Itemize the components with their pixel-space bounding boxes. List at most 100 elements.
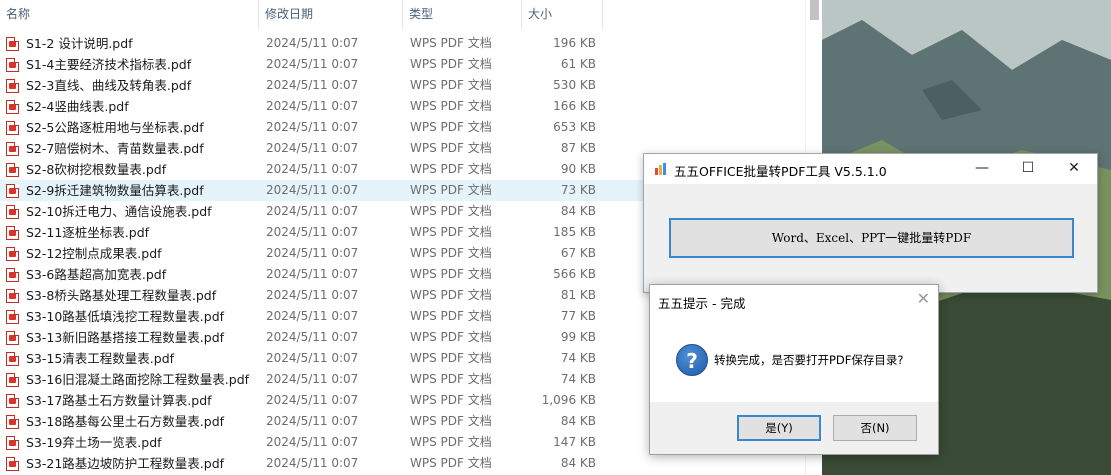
file-row[interactable]: S1-4主要经济技术指标表.pdf 2024/5/11 0:07 WPS PDF 文… xyxy=(0,54,805,75)
file-type: WPS PDF 文档 xyxy=(410,414,492,428)
file-type: WPS PDF 文档 xyxy=(410,36,492,50)
file-date: 2024/5/11 0:07 xyxy=(266,309,359,323)
file-size: 166 KB xyxy=(553,99,596,113)
pdf-file-icon xyxy=(6,163,19,177)
file-type: WPS PDF 文档 xyxy=(410,204,492,218)
close-button[interactable]: ✕ xyxy=(1051,154,1097,182)
file-size: 566 KB xyxy=(553,267,596,281)
pdf-file-icon xyxy=(6,310,19,324)
file-name: S3-15清表工程数量表.pdf xyxy=(26,351,175,366)
pdf-file-icon xyxy=(6,205,19,219)
file-name: S3-21路基边坡防护工程数量表.pdf xyxy=(26,456,225,471)
file-name: S3-18路基每公里土石方数量表.pdf xyxy=(26,414,225,429)
file-name: S2-12控制点成果表.pdf xyxy=(26,246,162,261)
file-type: WPS PDF 文档 xyxy=(410,162,492,176)
pdf-file-icon xyxy=(6,289,19,303)
file-type: WPS PDF 文档 xyxy=(410,57,492,71)
file-size: 67 KB xyxy=(560,246,596,260)
column-header: 名称 ^ 修改日期 类型 大小 xyxy=(0,0,822,30)
file-size: 84 KB xyxy=(560,204,596,218)
pdf-file-icon xyxy=(6,268,19,282)
completion-dialog: 五五提示 - 完成 ✕ ? 转换完成，是否要打开PDF保存目录? 是(Y) 否(… xyxy=(649,284,939,455)
file-name: S2-8砍树挖根数量表.pdf xyxy=(26,162,167,177)
file-type: WPS PDF 文档 xyxy=(410,120,492,134)
minimize-button[interactable]: — xyxy=(959,154,1005,182)
file-size: 653 KB xyxy=(553,120,596,134)
pdf-file-icon xyxy=(6,247,19,261)
file-name: S1-2 设计说明.pdf xyxy=(26,36,133,51)
file-row[interactable]: S2-3直线、曲线及转角表.pdf 2024/5/11 0:07 WPS PDF 文… xyxy=(0,75,805,96)
file-date: 2024/5/11 0:07 xyxy=(266,141,359,155)
yes-button[interactable]: 是(Y) xyxy=(737,415,821,441)
file-size: 61 KB xyxy=(560,57,596,71)
file-date: 2024/5/11 0:07 xyxy=(266,183,359,197)
file-name: S3-13新旧路基搭接工程数量表.pdf xyxy=(26,330,225,345)
question-icon: ? xyxy=(676,344,708,376)
converter-title: 五五OFFICE批量转PDF工具 V5.5.1.0 xyxy=(674,164,887,179)
column-date[interactable]: 修改日期 xyxy=(259,0,403,30)
file-type: WPS PDF 文档 xyxy=(410,78,492,92)
file-name: S3-16旧混凝土路面挖除工程数量表.pdf xyxy=(26,372,250,387)
file-size: 74 KB xyxy=(560,351,596,365)
file-type: WPS PDF 文档 xyxy=(410,456,492,470)
file-date: 2024/5/11 0:07 xyxy=(266,372,359,386)
file-type: WPS PDF 文档 xyxy=(410,309,492,323)
file-date: 2024/5/11 0:07 xyxy=(266,267,359,281)
file-date: 2024/5/11 0:07 xyxy=(266,351,359,365)
file-name: S2-10拆迁电力、通信设施表.pdf xyxy=(26,204,212,219)
pdf-file-icon xyxy=(6,121,19,135)
file-type: WPS PDF 文档 xyxy=(410,393,492,407)
column-type[interactable]: 类型 xyxy=(403,0,522,30)
file-name: S2-4竖曲线表.pdf xyxy=(26,99,129,114)
file-type: WPS PDF 文档 xyxy=(410,246,492,260)
file-row[interactable]: S2-5公路逐桩用地与坐标表.pdf 2024/5/11 0:07 WPS PDF … xyxy=(0,117,805,138)
column-size[interactable]: 大小 xyxy=(522,0,603,30)
maximize-button[interactable]: ☐ xyxy=(1005,154,1051,182)
pdf-file-icon xyxy=(6,331,19,345)
file-size: 84 KB xyxy=(560,456,596,470)
file-date: 2024/5/11 0:07 xyxy=(266,246,359,260)
converter-window: 五五OFFICE批量转PDF工具 V5.5.1.0 — ☐ ✕ Word、Exc… xyxy=(643,153,1098,293)
file-name: S2-7赔偿树木、青苗数量表.pdf xyxy=(26,141,204,156)
file-date: 2024/5/11 0:07 xyxy=(266,435,359,449)
file-size: 196 KB xyxy=(553,36,596,50)
no-button[interactable]: 否(N) xyxy=(833,415,917,441)
file-type: WPS PDF 文档 xyxy=(410,351,492,365)
batch-convert-button[interactable]: Word、Excel、PPT一键批量转PDF xyxy=(669,218,1074,258)
file-row[interactable]: S2-4竖曲线表.pdf 2024/5/11 0:07 WPS PDF 文档 166 … xyxy=(0,96,805,117)
file-size: 74 KB xyxy=(560,372,596,386)
file-type: WPS PDF 文档 xyxy=(410,99,492,113)
file-size: 530 KB xyxy=(553,78,596,92)
file-type: WPS PDF 文档 xyxy=(410,267,492,281)
file-row[interactable]: S3-21路基边坡防护工程数量表.pdf 2024/5/11 0:07 WPS PD… xyxy=(0,453,805,474)
file-size: 87 KB xyxy=(560,141,596,155)
file-name: S2-11逐桩坐标表.pdf xyxy=(26,225,150,240)
file-row[interactable]: S1-2 设计说明.pdf 2024/5/11 0:07 WPS PDF 文档 196… xyxy=(0,33,805,54)
file-name: S2-3直线、曲线及转角表.pdf xyxy=(26,78,192,93)
file-date: 2024/5/11 0:07 xyxy=(266,78,359,92)
file-name: S2-9拆迁建筑物数量估算表.pdf xyxy=(26,183,204,198)
scrollbar-thumb[interactable] xyxy=(810,0,819,20)
converter-titlebar[interactable]: 五五OFFICE批量转PDF工具 V5.5.1.0 — ☐ ✕ xyxy=(644,154,1097,184)
dialog-message: 转换完成，是否要打开PDF保存目录? xyxy=(714,353,904,367)
file-type: WPS PDF 文档 xyxy=(410,225,492,239)
file-date: 2024/5/11 0:07 xyxy=(266,120,359,134)
pdf-file-icon xyxy=(6,415,19,429)
file-name: S2-5公路逐桩用地与坐标表.pdf xyxy=(26,120,204,135)
file-size: 147 KB xyxy=(553,435,596,449)
file-name: S3-19弃土场一览表.pdf xyxy=(26,435,162,450)
pdf-file-icon xyxy=(6,457,19,471)
file-size: 84 KB xyxy=(560,414,596,428)
dialog-close-button[interactable]: ✕ xyxy=(917,289,930,308)
pdf-file-icon xyxy=(6,58,19,72)
file-date: 2024/5/11 0:07 xyxy=(266,456,359,470)
file-name: S3-10路基低填浅挖工程数量表.pdf xyxy=(26,309,225,324)
file-size: 185 KB xyxy=(553,225,596,239)
file-date: 2024/5/11 0:07 xyxy=(266,393,359,407)
file-date: 2024/5/11 0:07 xyxy=(266,99,359,113)
file-name: S3-17路基土石方数量计算表.pdf xyxy=(26,393,212,408)
pdf-file-icon xyxy=(6,436,19,450)
file-date: 2024/5/11 0:07 xyxy=(266,57,359,71)
file-type: WPS PDF 文档 xyxy=(410,288,492,302)
file-size: 77 KB xyxy=(560,309,596,323)
